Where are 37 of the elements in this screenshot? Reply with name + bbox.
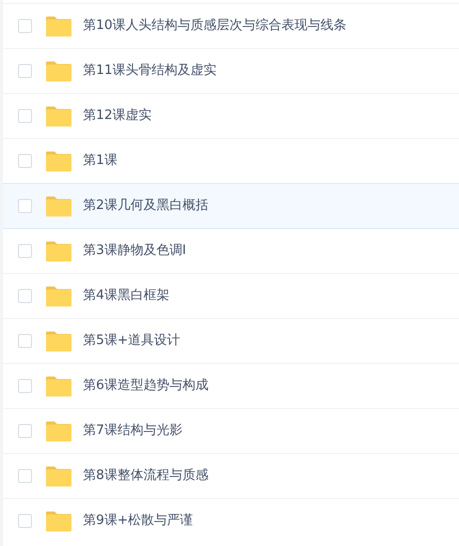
folder-name: 第11课头骨结构及虚实 [83, 62, 217, 80]
folder-name: 第9课+松散与严谨 [83, 512, 194, 530]
checkbox[interactable] [18, 514, 32, 528]
checkbox[interactable] [18, 289, 32, 303]
folder-name: 第4课黑白框架 [83, 287, 170, 306]
checkbox[interactable] [18, 154, 32, 168]
folder-icon [45, 510, 72, 532]
folder-icon [45, 240, 72, 262]
folder-name: 第5课+道具设计 [83, 332, 180, 350]
folder-name: 第10课人头结构与质感层次与综合表现与线条 [83, 17, 347, 36]
folder-icon [45, 60, 72, 82]
folder-name: 第12课虚实 [83, 107, 152, 126]
folder-icon [45, 286, 72, 306]
folder-icon [45, 196, 72, 216]
checkbox[interactable] [18, 244, 32, 258]
folder-row[interactable]: 第2课几何及黑白概括 [3, 183, 459, 228]
folder-icon [45, 150, 72, 172]
folder-name: 第8课整体流程与质感 [83, 467, 208, 486]
folder-name: 第7课结构与光影 [83, 422, 182, 440]
folder-icon [45, 16, 72, 36]
checkbox[interactable] [18, 199, 32, 213]
checkbox[interactable] [18, 334, 32, 348]
folder-name: 第6课造型趋势与构成 [83, 377, 208, 396]
folder-icon [45, 330, 72, 352]
folder-name: 第2课几何及黑白概括 [83, 197, 208, 216]
folder-icon [45, 106, 72, 126]
folder-icon [45, 376, 72, 396]
folder-icon [45, 466, 72, 486]
checkbox[interactable] [18, 64, 32, 78]
folder-name: 第1课 [83, 152, 118, 170]
folder-name: 第3课静物及色调I [83, 242, 186, 260]
checkbox[interactable] [18, 19, 32, 33]
checkbox[interactable] [18, 109, 32, 123]
checkbox[interactable] [18, 469, 32, 483]
checkbox[interactable] [18, 424, 32, 438]
folder-icon [45, 420, 72, 442]
checkbox[interactable] [18, 379, 32, 393]
